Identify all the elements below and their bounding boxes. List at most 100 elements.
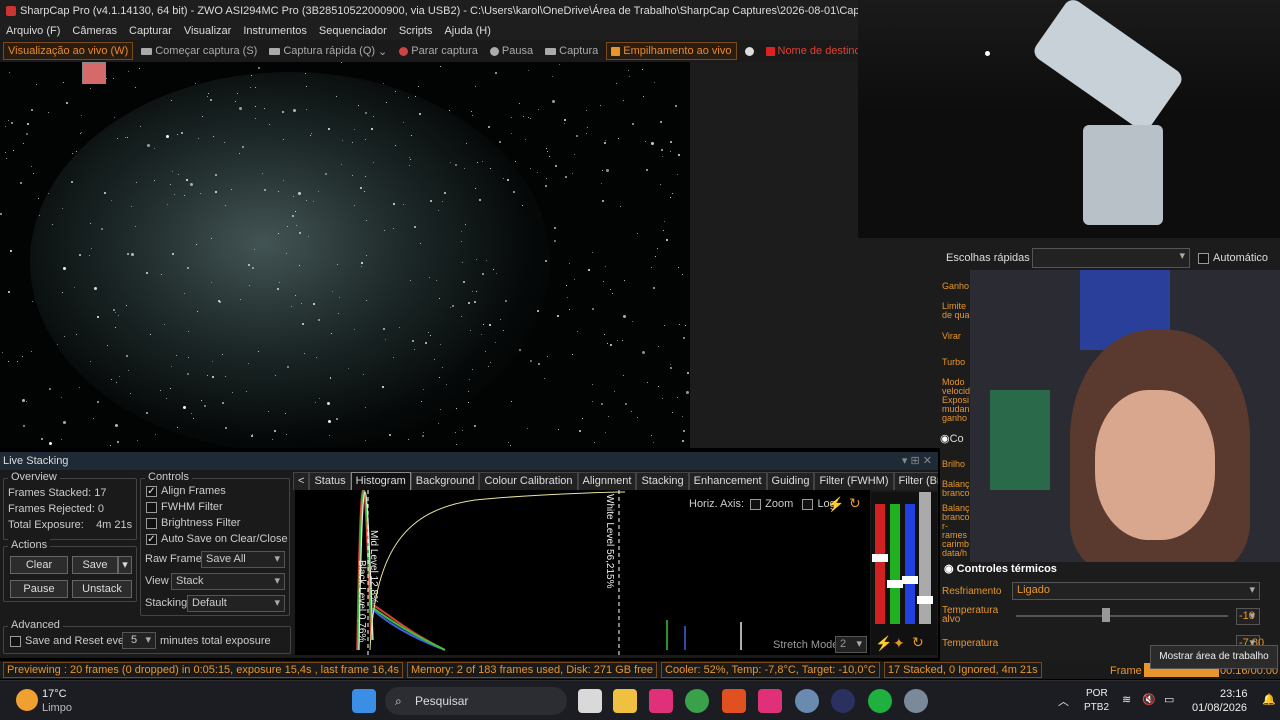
- stacking-select[interactable]: Default: [187, 595, 285, 612]
- checkbox[interactable]: [146, 501, 157, 513]
- sharpcap-taskbar-icon[interactable]: [904, 689, 928, 713]
- pause-button[interactable]: Pausa: [486, 43, 537, 59]
- live-view-button[interactable]: Visualização ao vivo (W): [3, 42, 134, 60]
- save-button[interactable]: Save: [72, 556, 118, 574]
- save-reset-checkbox[interactable]: Save and Reset every: [10, 635, 133, 647]
- app-icon-pink[interactable]: [649, 689, 673, 713]
- minutes-stepper[interactable]: 5: [122, 632, 156, 649]
- start-capture-button[interactable]: Começar captura (S): [137, 43, 261, 59]
- file-explorer-icon[interactable]: [613, 689, 637, 713]
- tab-guiding[interactable]: Guiding: [766, 472, 815, 490]
- tab-filter-brightness[interactable]: Filter (Brightness): [893, 472, 938, 490]
- lum-slider-handle[interactable]: [917, 596, 933, 604]
- save-dropdown-button[interactable]: ▾: [118, 556, 132, 574]
- quick-picks-select[interactable]: [1032, 248, 1190, 268]
- app-icon-camera[interactable]: [795, 689, 819, 713]
- lightning-icon[interactable]: ⚡: [875, 635, 892, 652]
- color-section-header[interactable]: ◉Co: [940, 432, 970, 448]
- language-label[interactable]: POR: [1086, 688, 1108, 699]
- app-icon-pink-2[interactable]: [758, 689, 782, 713]
- task-view-icon[interactable]: [578, 689, 602, 713]
- auto-stretch-icon[interactable]: ⚡: [827, 496, 844, 513]
- lum-slider-track[interactable]: [919, 492, 931, 624]
- cooling-select[interactable]: Ligado: [1012, 582, 1260, 600]
- checkbox-checked[interactable]: ✓: [146, 485, 157, 497]
- tab-histogram[interactable]: Histogram: [350, 472, 411, 490]
- tray-chevron-icon[interactable]: ︿: [1058, 693, 1069, 709]
- tab-alignment[interactable]: Alignment: [577, 472, 637, 490]
- panel-controls[interactable]: ▾ ⊞ ✕: [902, 452, 932, 470]
- clock-time[interactable]: 23:16: [1220, 688, 1248, 700]
- capture-button[interactable]: Captura: [541, 43, 602, 59]
- menu-help[interactable]: Ajuda (H): [438, 22, 496, 40]
- checkbox[interactable]: [1198, 252, 1209, 264]
- keyboard-layout-label[interactable]: PTB2: [1084, 702, 1109, 713]
- checkbox[interactable]: [146, 517, 157, 529]
- tab-background[interactable]: Background: [410, 472, 480, 490]
- target-temp-input[interactable]: -10: [1236, 608, 1260, 625]
- red-slider-track[interactable]: [875, 504, 885, 624]
- menu-scripts[interactable]: Scripts: [393, 22, 439, 40]
- raw-frames-select[interactable]: Save All: [201, 551, 285, 568]
- tab-status[interactable]: Status: [309, 472, 351, 490]
- chrome-icon[interactable]: [685, 689, 709, 713]
- blue-slider-handle[interactable]: [902, 576, 918, 584]
- fwhm-filter-checkbox[interactable]: FWHM Filter: [146, 501, 223, 513]
- moon-button[interactable]: [741, 45, 758, 58]
- notification-bell-icon[interactable]: 🔔: [1262, 693, 1276, 706]
- red-slider-handle[interactable]: [872, 554, 888, 562]
- tab-scroll-left[interactable]: <: [293, 472, 310, 490]
- stop-capture-button[interactable]: Parar captura: [395, 43, 482, 59]
- brightness-filter-checkbox[interactable]: Brightness Filter: [146, 517, 240, 529]
- live-image-view[interactable]: [0, 62, 690, 448]
- menu-capture[interactable]: Capturar: [123, 22, 178, 40]
- tab-stacking[interactable]: Stacking: [636, 472, 689, 490]
- notification-icon[interactable]: [82, 62, 106, 84]
- live-stack-button[interactable]: Empilhamento ao vivo: [606, 42, 737, 60]
- checkbox-checked[interactable]: ✓: [146, 533, 157, 545]
- quick-capture-button[interactable]: Captura rápida (Q) ⌄: [265, 43, 391, 60]
- wifi-icon[interactable]: ≋: [1122, 693, 1131, 706]
- stretch-mode-select[interactable]: 2: [835, 636, 867, 653]
- zoom-checkbox[interactable]: [750, 498, 762, 510]
- target-temp-handle[interactable]: [1102, 608, 1110, 622]
- menu-file[interactable]: Arquivo (F): [0, 22, 66, 40]
- target-temp-slider[interactable]: [1016, 615, 1228, 617]
- histogram-view[interactable]: White Level 56,215% Mid Level 12,8% Blac…: [295, 490, 870, 655]
- green-slider-handle[interactable]: [887, 580, 903, 588]
- star-icon[interactable]: ✦: [893, 635, 905, 652]
- reset-icon[interactable]: ↻: [849, 495, 861, 512]
- checkbox[interactable]: [10, 635, 21, 647]
- blue-slider-track[interactable]: [905, 504, 915, 624]
- battery-icon[interactable]: ▭: [1164, 693, 1174, 706]
- volume-icon[interactable]: 🔇: [1142, 693, 1156, 706]
- color-balance-sliders[interactable]: ⚡ ✦ ↻: [871, 492, 937, 655]
- automatic-checkbox[interactable]: Automático: [1198, 252, 1268, 264]
- brave-icon[interactable]: [722, 689, 746, 713]
- tab-filter-fwhm[interactable]: Filter (FWHM): [814, 472, 894, 490]
- windows-start-icon[interactable]: [352, 689, 376, 713]
- menu-view[interactable]: Visualizar: [178, 22, 238, 40]
- app-icon-green[interactable]: [868, 689, 892, 713]
- log-checkbox[interactable]: [802, 498, 814, 510]
- menu-sequencer[interactable]: Sequenciador: [313, 22, 393, 40]
- clear-button[interactable]: Clear: [10, 556, 68, 574]
- align-frames-checkbox[interactable]: ✓ Align Frames: [146, 485, 226, 497]
- reset-sliders-icon[interactable]: ↻: [912, 634, 924, 651]
- pause-stack-button[interactable]: Pause: [10, 580, 68, 598]
- stellarium-icon[interactable]: [831, 689, 855, 713]
- clock-date[interactable]: 01/08/2026: [1192, 702, 1247, 714]
- thermal-header[interactable]: ◉ Controles térmicos: [944, 562, 1057, 575]
- menu-cameras[interactable]: Câmeras: [66, 22, 123, 40]
- tab-enhancement[interactable]: Enhancement: [688, 472, 767, 490]
- weather-icon[interactable]: [16, 689, 38, 711]
- view-select[interactable]: Stack: [171, 573, 285, 590]
- star: [22, 399, 25, 402]
- menu-tools[interactable]: Instrumentos: [237, 22, 313, 40]
- tab-colour-calibration[interactable]: Colour Calibration: [479, 472, 578, 490]
- star: [0, 213, 2, 215]
- green-slider-track[interactable]: [890, 504, 900, 624]
- taskbar-search[interactable]: ⌕ Pesquisar: [385, 687, 567, 715]
- unstack-button[interactable]: Unstack: [72, 580, 132, 598]
- auto-save-checkbox[interactable]: ✓ Auto Save on Clear/Close: [146, 533, 288, 545]
